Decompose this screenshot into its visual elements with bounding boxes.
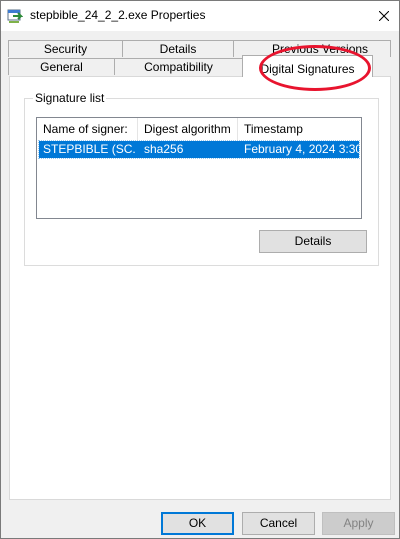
window-title: stepbible_24_2_2.exe Properties (30, 8, 206, 22)
signature-list-label: Signature list (33, 91, 107, 105)
exe-file-icon (7, 8, 24, 24)
title-bar: stepbible_24_2_2.exe Properties (1, 1, 399, 31)
annotation-ellipse (259, 45, 371, 91)
column-header-digest[interactable]: Digest algorithm (138, 118, 238, 140)
close-icon (379, 11, 389, 21)
signature-listview[interactable]: Name of signer: Digest algorithm Timesta… (36, 117, 362, 219)
close-button[interactable] (369, 1, 399, 31)
tab-general[interactable]: General (8, 58, 115, 75)
column-header-timestamp[interactable]: Timestamp (238, 118, 361, 140)
properties-dialog: stepbible_24_2_2.exe Properties Security… (0, 0, 400, 539)
signature-list-group: Signature list Name of signer: Digest al… (24, 91, 379, 266)
details-button[interactable]: Details (259, 230, 367, 253)
tab-security[interactable]: Security (8, 40, 123, 57)
column-header-signer[interactable]: Name of signer: (37, 118, 138, 140)
tab-panel: Signature list Name of signer: Digest al… (9, 76, 391, 500)
ok-button[interactable]: OK (161, 512, 234, 535)
tab-compatibility[interactable]: Compatibility (114, 58, 243, 75)
apply-button[interactable]: Apply (322, 512, 395, 535)
signer-cell: STEPBIBLE (SC... (43, 142, 135, 156)
signature-row[interactable]: STEPBIBLE (SC... sha256 February 4, 2024… (38, 140, 360, 159)
digest-cell: sha256 (144, 142, 184, 156)
tab-details[interactable]: Details (122, 40, 234, 57)
timestamp-cell: February 4, 2024 3:30... (244, 142, 359, 156)
listview-header: Name of signer: Digest algorithm Timesta… (37, 118, 361, 140)
cancel-button[interactable]: Cancel (242, 512, 315, 535)
